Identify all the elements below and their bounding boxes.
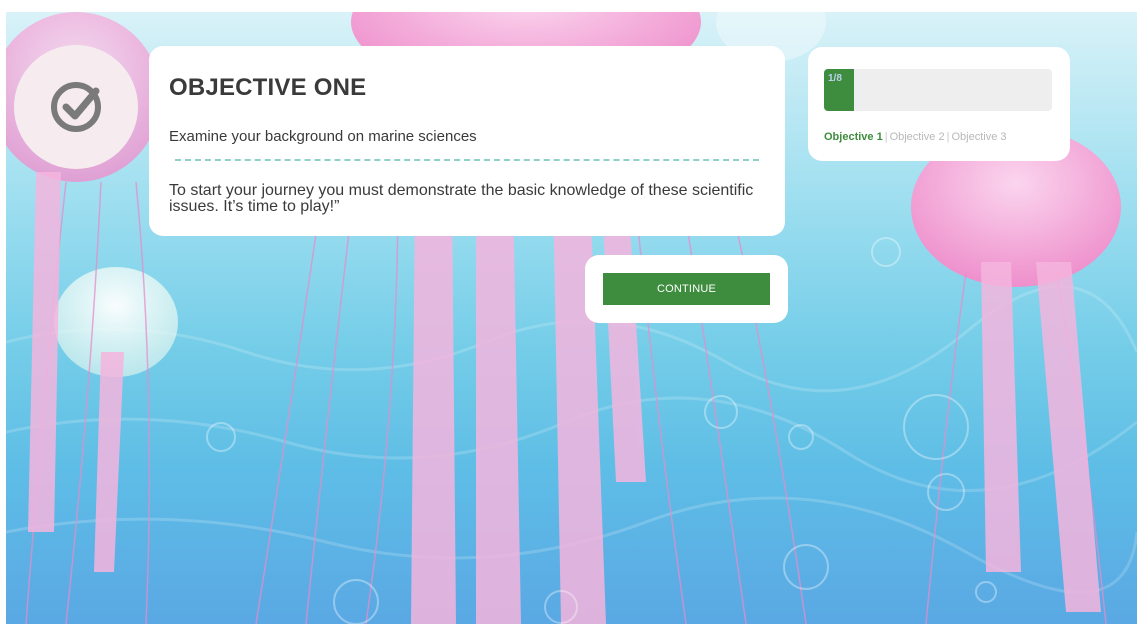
- objective-badge: [14, 45, 138, 169]
- objective-item-2[interactable]: Objective 2: [890, 131, 945, 143]
- dashed-divider: [175, 159, 759, 161]
- continue-button[interactable]: CONTINUE: [603, 273, 770, 305]
- objective-subtitle: Examine your background on marine scienc…: [169, 128, 477, 145]
- objective-title: OBJECTIVE ONE: [169, 74, 367, 101]
- progress-label: 1/8: [828, 73, 842, 84]
- game-scene: OBJECTIVE ONE Examine your background on…: [6, 12, 1137, 624]
- objective-item-1[interactable]: Objective 1: [824, 131, 883, 143]
- objective-description: To start your journey you must demonstra…: [169, 182, 754, 215]
- separator: |: [884, 131, 888, 143]
- check-circle-icon: [51, 82, 101, 132]
- progress-bar: 1/8: [824, 69, 1052, 111]
- objective-card: OBJECTIVE ONE Examine your background on…: [149, 46, 785, 236]
- separator: |: [946, 131, 950, 143]
- progress-bar-fill: 1/8: [824, 69, 854, 111]
- progress-panel: 1/8 Objective 1 | Objective 2 | Objective 3: [808, 47, 1070, 161]
- objective-item-3[interactable]: Objective 3: [951, 131, 1006, 143]
- continue-button-container: CONTINUE: [585, 255, 788, 323]
- objective-list: Objective 1 | Objective 2 | Objective 3: [824, 131, 1006, 143]
